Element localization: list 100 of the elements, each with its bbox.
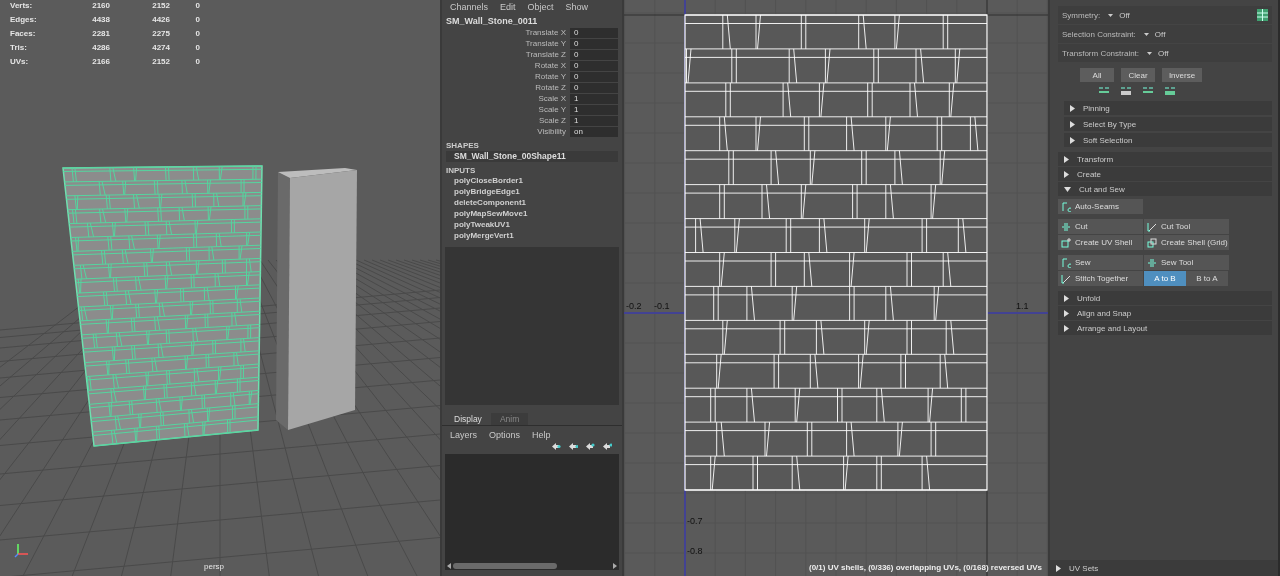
tool-button[interactable]: Auto-Seams bbox=[1058, 199, 1144, 214]
axis-label: -0.1 bbox=[654, 301, 670, 311]
channel-name: Translate Y bbox=[524, 39, 567, 48]
tool-icon bbox=[1061, 221, 1071, 232]
channel-value-field[interactable]: 1 bbox=[570, 93, 618, 104]
tool-button[interactable]: Stitch Together bbox=[1058, 271, 1144, 286]
menu-item[interactable]: Help bbox=[532, 429, 551, 440]
selection-icon[interactable] bbox=[1164, 86, 1176, 95]
tool-button[interactable]: Sew Tool bbox=[1144, 255, 1230, 270]
channel-name: Scale X bbox=[537, 94, 567, 103]
selection-icon[interactable] bbox=[1098, 86, 1110, 95]
menu-item[interactable]: Object bbox=[527, 1, 554, 12]
section-header[interactable]: Cut and Sew bbox=[1058, 182, 1272, 196]
channel-name: Visibility bbox=[536, 127, 567, 136]
selection-button[interactable]: All bbox=[1080, 68, 1114, 82]
axis-label: -0.2 bbox=[626, 301, 642, 311]
layer-icon[interactable] bbox=[603, 443, 612, 450]
tool-icon bbox=[1147, 257, 1157, 268]
input-node[interactable]: deleteComponent1 bbox=[442, 197, 622, 208]
direction-toggle[interactable]: A to B bbox=[1144, 271, 1186, 286]
channel-value-field[interactable]: 1 bbox=[570, 115, 618, 126]
stat-label: Faces: bbox=[10, 28, 37, 39]
constraint-value[interactable]: Off bbox=[1154, 29, 1272, 39]
channel-name: Translate Z bbox=[524, 50, 567, 59]
section-header[interactable]: Create bbox=[1058, 167, 1272, 181]
menu-item[interactable]: Channels bbox=[450, 1, 489, 12]
collapsed-arrow-icon bbox=[1056, 564, 1061, 572]
section-header[interactable]: Unfold bbox=[1058, 291, 1272, 305]
stat-label: Edges: bbox=[10, 14, 38, 25]
section-heading: SHAPES bbox=[445, 140, 480, 150]
stat-label: Tris: bbox=[10, 42, 28, 53]
stat-value: 0 bbox=[194, 42, 201, 53]
stat-value: 0 bbox=[194, 28, 201, 39]
stat-value: 2160 bbox=[91, 0, 111, 11]
stat-value: 4286 bbox=[91, 42, 111, 53]
axis-label: 1.1 bbox=[1016, 301, 1029, 311]
constraint-value[interactable]: Off bbox=[1119, 10, 1257, 20]
menu-item[interactable]: Layers bbox=[450, 429, 477, 440]
stat-value: 0 bbox=[194, 56, 201, 67]
menu-item[interactable]: Show bbox=[565, 1, 589, 12]
channel-value-field[interactable]: 0 bbox=[570, 49, 618, 60]
channel-value-field[interactable]: 0 bbox=[570, 82, 618, 93]
scroll-left-icon[interactable] bbox=[447, 563, 451, 569]
tool-icon bbox=[1061, 237, 1071, 248]
shape-node[interactable]: SM_Wall_Stone_00Shape11 bbox=[446, 151, 618, 162]
section-header[interactable]: Transform bbox=[1058, 152, 1272, 166]
layer-icon[interactable] bbox=[586, 443, 595, 450]
channel-value-field[interactable]: 0 bbox=[570, 27, 618, 38]
section-header[interactable]: Arrange and Layout bbox=[1058, 321, 1272, 335]
caret-icon[interactable] bbox=[1143, 32, 1149, 36]
channel-value-field[interactable]: on bbox=[570, 126, 618, 137]
caret-icon[interactable] bbox=[1108, 13, 1114, 17]
tool-button[interactable]: Cut bbox=[1058, 219, 1144, 234]
tool-icon bbox=[1147, 221, 1157, 232]
section-header[interactable]: Select By Type bbox=[1064, 117, 1272, 131]
grid-icon[interactable] bbox=[1257, 9, 1268, 21]
input-node[interactable]: polyCloseBorder1 bbox=[442, 175, 622, 186]
stat-value: 4438 bbox=[91, 14, 111, 25]
channel-name: Scale Y bbox=[537, 105, 567, 114]
channel-name: Rotate X bbox=[533, 61, 567, 70]
section-header[interactable]: UV Sets bbox=[1050, 560, 1278, 576]
constraint-label: Transform Constraint: bbox=[1062, 48, 1140, 58]
section-header[interactable]: Pinning bbox=[1064, 101, 1272, 115]
tool-button[interactable]: Create UV Shell bbox=[1058, 235, 1144, 250]
stat-value: 4274 bbox=[151, 42, 171, 53]
selection-button[interactable]: Clear bbox=[1121, 68, 1155, 82]
section-header[interactable]: Soft Selection bbox=[1064, 133, 1272, 147]
channel-name: Translate X bbox=[524, 28, 567, 37]
channel-value-field[interactable]: 0 bbox=[570, 71, 618, 82]
constraint-value[interactable]: Off bbox=[1158, 48, 1272, 58]
selection-icon[interactable] bbox=[1120, 86, 1132, 95]
tool-button[interactable]: Create Shell (Grid) bbox=[1144, 235, 1230, 250]
section-header[interactable]: Align and Snap bbox=[1058, 306, 1272, 320]
scrollbar-thumb[interactable] bbox=[453, 563, 557, 569]
channel-value-field[interactable]: 0 bbox=[570, 38, 618, 49]
tool-button[interactable]: Sew bbox=[1058, 255, 1144, 270]
input-node[interactable]: polyBridgeEdge1 bbox=[442, 186, 622, 197]
layer-icon[interactable] bbox=[569, 443, 578, 450]
menu-item[interactable]: Options bbox=[489, 429, 521, 440]
stat-value: 2152 bbox=[151, 0, 171, 11]
channel-value-field[interactable]: 1 bbox=[570, 104, 618, 115]
input-node[interactable]: polyTweakUV1 bbox=[442, 219, 622, 230]
input-node[interactable]: polyMergeVert1 bbox=[442, 230, 622, 241]
layer-icon[interactable] bbox=[552, 443, 561, 450]
axis-label: -0.8 bbox=[687, 546, 703, 556]
object-name: SM_Wall_Stone_0011 bbox=[445, 15, 539, 27]
stat-value: 2166 bbox=[91, 56, 111, 67]
direction-toggle[interactable]: B to A bbox=[1186, 271, 1228, 286]
uv-status-text: (0/1) UV shells, (0/336) overlapping UVs, (0/168) reversed UVs bbox=[809, 563, 1042, 572]
channel-name: Rotate Y bbox=[534, 72, 567, 81]
input-node[interactable]: polyMapSewMove1 bbox=[442, 208, 622, 219]
axis-icon bbox=[14, 542, 30, 558]
selection-icon[interactable] bbox=[1142, 86, 1154, 95]
caret-icon[interactable] bbox=[1147, 51, 1153, 55]
menu-item[interactable]: Edit bbox=[500, 1, 516, 12]
channel-value-field[interactable]: 0 bbox=[570, 60, 618, 71]
tool-button[interactable]: Cut Tool bbox=[1144, 219, 1230, 234]
selection-button[interactable]: Inverse bbox=[1162, 68, 1202, 82]
scroll-right-icon[interactable] bbox=[613, 563, 617, 569]
stat-label: UVs: bbox=[10, 56, 30, 67]
